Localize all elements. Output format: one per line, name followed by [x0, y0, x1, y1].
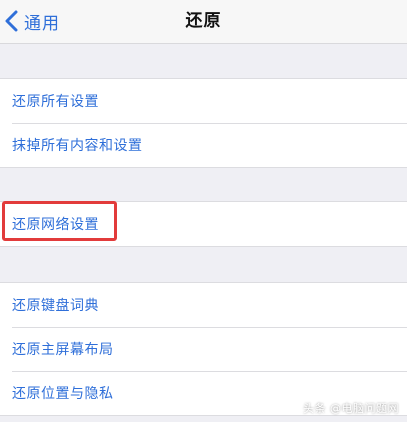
erase-all-content-item[interactable]: 抹掉所有内容和设置 [0, 123, 407, 167]
reset-home-screen-layout-item[interactable]: 还原主屏幕布局 [0, 327, 407, 371]
reset-all-settings-item[interactable]: 还原所有设置 [0, 79, 407, 123]
reset-location-privacy-label: 还原位置与隐私 [12, 386, 114, 402]
erase-all-content-label: 抹掉所有内容和设置 [12, 138, 143, 154]
reset-keyboard-dictionary-item[interactable]: 还原键盘词典 [0, 283, 407, 327]
watermark: 头条 @电脑问题网 [303, 402, 399, 415]
page-title: 还原 [185, 11, 222, 31]
settings-group-reset-all: 还原所有设置 抹掉所有内容和设置 [0, 78, 407, 168]
reset-keyboard-dictionary-label: 还原键盘词典 [12, 298, 99, 314]
settings-group-other: 还原键盘词典 还原主屏幕布局 还原位置与隐私 [0, 282, 407, 416]
reset-network-settings-label: 还原网络设置 [12, 217, 99, 233]
settings-group-network: 还原网络设置 [0, 201, 407, 247]
navigation-bar: 通用 还原 [0, 0, 407, 44]
reset-home-screen-layout-label: 还原主屏幕布局 [12, 342, 114, 358]
reset-network-settings-item[interactable]: 还原网络设置 [0, 202, 407, 246]
reset-all-settings-label: 还原所有设置 [12, 94, 99, 110]
